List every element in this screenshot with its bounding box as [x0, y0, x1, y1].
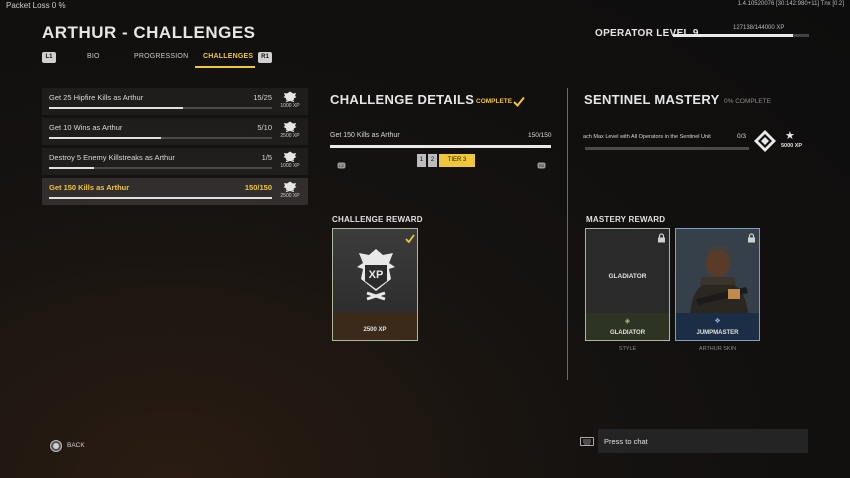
reward-type-skin: ARTHUR SKIN: [698, 346, 737, 352]
reward-xp-text: 2500 XP: [363, 327, 387, 333]
page-title: ARTHUR - CHALLENGES: [42, 23, 256, 42]
challenge-reward-label: CHALLENGE REWARD: [332, 215, 423, 224]
xp-reward-icon: [283, 151, 297, 162]
lock-icon: [747, 230, 756, 248]
tab-bar: L1 BIO PROGRESSION CHALLENGES R1: [42, 52, 282, 68]
challenge-reward-xp: 2500 XP: [280, 193, 300, 199]
tier-2-tab[interactable]: 2: [428, 154, 437, 167]
style-icon: ◈: [624, 318, 631, 325]
challenge-progress-bar: [49, 107, 272, 109]
challenge-progress-bar: [49, 137, 272, 139]
xp-badge-text: XP: [369, 269, 384, 281]
challenge-progress-bar-fill: [49, 137, 161, 139]
skin-icon: ❖: [714, 318, 721, 325]
jumpmaster-footer-label: JUMPMASTER: [696, 330, 739, 336]
challenge-row[interactable]: Get 10 Wins as Arthur 5/10 2500 XP: [42, 118, 308, 145]
operator-xp-text: 127138/144000 XP: [733, 25, 785, 31]
r2-button-hint[interactable]: R2: [537, 156, 546, 174]
xp-badge-icon: XP: [357, 249, 395, 301]
challenge-progress-text: 15/25: [253, 93, 272, 102]
xp-reward-icon: [283, 181, 297, 192]
gladiator-footer-label: GLADIATOR: [609, 330, 646, 336]
challenge-detail-progress: 150/150: [528, 132, 552, 139]
tier-3-tab[interactable]: TIER 3: [439, 154, 475, 167]
r2-key-text: R2: [539, 163, 545, 168]
xp-reward-icon: [283, 91, 297, 102]
check-icon: [513, 94, 525, 112]
l2-key-text: L2: [339, 163, 344, 168]
packet-loss-indicator: Packet Loss 0 %: [6, 1, 66, 10]
operator-xp-bar: [673, 34, 809, 37]
challenge-status: COMPLETE: [476, 98, 513, 105]
mastery-xp: 5000 XP: [781, 143, 803, 149]
operator-xp-bar-fill: [673, 34, 794, 37]
challenge-detail-bar: [330, 145, 551, 148]
challenge-details-title: CHALLENGE DETAILS: [330, 92, 475, 107]
tab-bio[interactable]: BIO: [87, 53, 100, 60]
mastery-reward-gladiator[interactable]: GLADIATOR ◈ GLADIATOR: [585, 228, 670, 341]
back-button-label[interactable]: BACK: [67, 442, 85, 449]
tab-progression[interactable]: PROGRESSION: [134, 53, 188, 60]
challenge-reward: 2500 XP: [276, 181, 304, 199]
mastery-title: SENTINEL MASTERY: [584, 92, 720, 107]
challenge-reward-xp: 2500 XP: [280, 133, 300, 139]
challenge-reward: 1000 XP: [276, 91, 304, 109]
reward-footer: ◈ GLADIATOR: [586, 313, 669, 340]
challenge-progress-bar-fill: [49, 167, 94, 169]
tab-challenges[interactable]: CHALLENGES: [203, 53, 253, 60]
gladiator-center-label: GLADIATOR: [608, 273, 647, 280]
version-text: 1.4.10520076 [30:142:980+11] Tnx [0.2]: [737, 1, 844, 7]
reward-footer: ❖ JUMPMASTER: [676, 313, 759, 340]
challenge-detail-name: Get 150 Kills as Arthur: [330, 132, 400, 139]
r1-button-hint[interactable]: R1: [258, 52, 272, 63]
chat-placeholder: Press to chat: [604, 437, 648, 446]
challenge-row[interactable]: Get 25 Hipfire Kills as Arthur 15/25 1000 …: [42, 88, 308, 115]
keyboard-icon: [580, 437, 594, 446]
challenge-reward: 2500 XP: [276, 121, 304, 139]
mastery-progress-text: 0/3: [737, 133, 747, 140]
back-button-icon[interactable]: [50, 440, 62, 452]
challenge-row[interactable]: Get 150 Kills as Arthur 150/150 2500 XP: [42, 178, 308, 205]
challenge-name: Destroy 5 Enemy Killstreaks as Arthur: [49, 153, 175, 162]
challenge-detail-bar-fill: [330, 145, 551, 148]
panel-divider: [567, 88, 568, 380]
xp-reward-icon: [283, 121, 297, 132]
challenge-reward: 1000 XP: [276, 151, 304, 169]
mastery-reward-jumpmaster[interactable]: ❖ JUMPMASTER: [675, 228, 760, 341]
lock-icon: [657, 230, 666, 248]
challenge-progress-text: 1/5: [261, 153, 272, 162]
sentinel-unit-icon: [753, 129, 777, 158]
mastery-reward-label: MASTERY REWARD: [586, 215, 666, 224]
challenge-name: Get 150 Kills as Arthur: [49, 183, 130, 192]
challenge-reward-xp: 1000 XP: [280, 103, 300, 109]
mastery-progress-bar: [585, 147, 749, 150]
challenge-reward-card[interactable]: XP 2500 XP: [332, 228, 418, 341]
active-tab-underline: [195, 66, 255, 68]
challenge-progress-bar: [49, 167, 272, 169]
challenge-name: Get 25 Hipfire Kills as Arthur: [49, 93, 144, 102]
challenge-progress-bar: [49, 197, 272, 199]
mastery-percent: 0% COMPLETE: [724, 98, 771, 105]
l2-button-hint[interactable]: L2: [337, 156, 346, 174]
challenge-reward-xp: 1000 XP: [280, 163, 300, 169]
chat-input[interactable]: Press to chat: [598, 429, 808, 453]
l1-button-hint[interactable]: L1: [42, 52, 56, 63]
challenge-progress-text: 150/150: [244, 183, 272, 192]
reward-type-style: STYLE: [618, 346, 637, 352]
check-icon: [405, 230, 415, 248]
challenge-progress-bar-fill: [49, 197, 272, 199]
challenge-name: Get 10 Wins as Arthur: [49, 123, 123, 132]
challenge-progress-bar-fill: [49, 107, 183, 109]
challenge-progress-text: 5/10: [257, 123, 272, 132]
tier-1-tab[interactable]: 1: [417, 154, 426, 167]
challenge-list: Get 25 Hipfire Kills as Arthur 15/25 1000 …: [42, 88, 308, 208]
challenge-row[interactable]: Destroy 5 Enemy Killstreaks as Arthur 1/5…: [42, 148, 308, 175]
mastery-objective: ach Max Level with All Operators in the …: [583, 134, 711, 140]
star-icon: ★: [785, 130, 795, 142]
